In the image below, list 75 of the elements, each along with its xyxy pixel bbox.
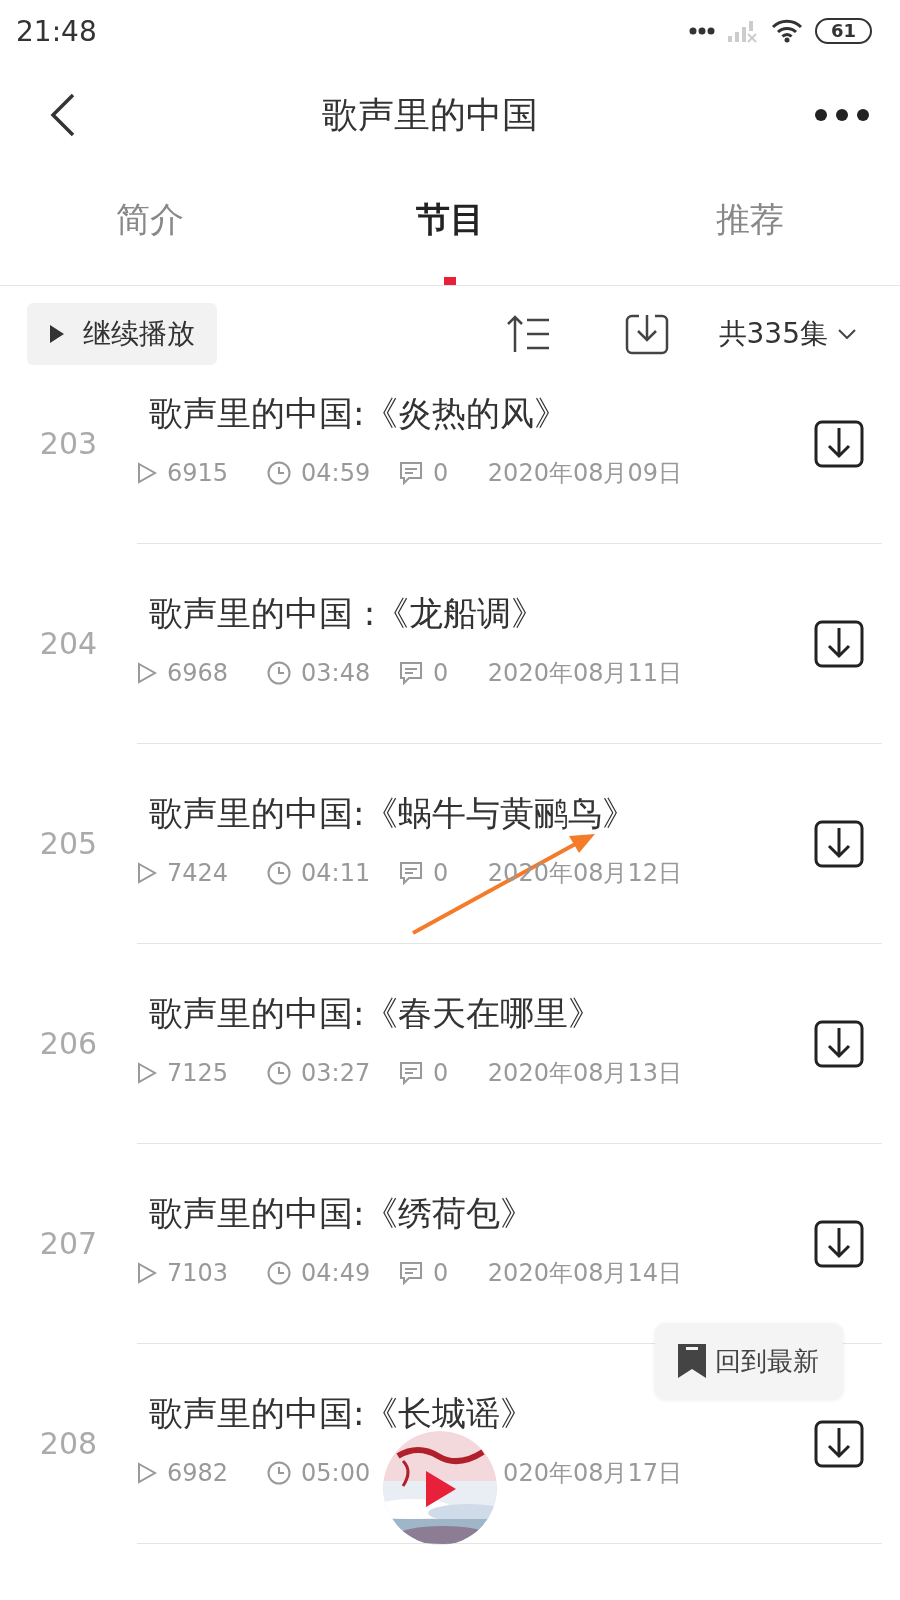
episode-title[interactable]: 歌声里的中国 :《龙船调》	[137, 590, 814, 637]
play-count-icon	[137, 1261, 157, 1284]
clock-icon	[267, 1260, 291, 1285]
play-icon	[49, 324, 65, 344]
tab[interactable]: 节目	[300, 168, 600, 285]
episode-number: 205	[38, 826, 99, 861]
episode-title[interactable]: 歌声里的中国:《蜗牛与黄鹂鸟》	[137, 790, 814, 837]
download-icon[interactable]	[814, 619, 864, 668]
episode-count-dropdown[interactable]: 共335集	[718, 315, 856, 353]
episode-title[interactable]: 歌声里的中国:《春天在哪里》	[137, 990, 814, 1037]
download-icon[interactable]	[624, 313, 669, 355]
duration: 04:11	[301, 858, 371, 887]
download-icon[interactable]	[814, 1419, 864, 1468]
publish-date: 020年08月17日	[502, 1457, 682, 1489]
publish-date: 2020年08月11日	[486, 657, 682, 689]
chevron-down-icon	[838, 329, 856, 339]
more-dots-icon	[688, 27, 715, 35]
episode-number: 203	[38, 426, 99, 461]
duration: 04:49	[301, 1258, 371, 1287]
bookmark-icon	[677, 1343, 707, 1379]
clock-icon	[267, 860, 291, 885]
play-count: 6915	[167, 458, 229, 487]
download-icon[interactable]	[814, 1219, 864, 1268]
comment-icon	[399, 1260, 423, 1285]
tab[interactable]: 简介	[0, 168, 300, 285]
play-count: 7125	[167, 1058, 229, 1087]
comment-count: 0	[433, 858, 449, 887]
duration: 03:27	[301, 1058, 371, 1087]
comment-icon	[399, 460, 423, 485]
play-count: 6982	[167, 1458, 229, 1487]
play-count-icon	[137, 861, 157, 884]
comment-count: 0	[433, 1258, 449, 1287]
clock-icon	[267, 660, 291, 685]
clock-icon	[267, 460, 291, 485]
episode-title[interactable]: 歌声里的中国:《绣荷包》	[137, 1190, 814, 1237]
signal-icon	[726, 19, 759, 43]
sort-icon[interactable]	[506, 315, 551, 353]
wifi-icon	[770, 19, 803, 43]
clock-icon	[267, 1060, 291, 1085]
duration: 04:59	[301, 458, 371, 487]
continue-play-button[interactable]: 继续播放	[27, 303, 217, 365]
comment-icon	[399, 1060, 423, 1085]
publish-date: 2020年08月09日	[486, 457, 682, 489]
play-count: 6968	[167, 658, 229, 687]
duration: 03:48	[301, 658, 371, 687]
episode-number: 204	[38, 626, 99, 661]
episode-number: 208	[38, 1426, 99, 1461]
comment-count: 0	[433, 458, 449, 487]
download-icon[interactable]	[814, 419, 864, 468]
comment-count: 0	[433, 1058, 449, 1087]
publish-date: 2020年08月13日	[486, 1057, 682, 1089]
episode-title[interactable]: 歌声里的中国:《炎热的风》	[137, 390, 814, 437]
comment-icon	[399, 660, 423, 685]
play-count-icon	[137, 461, 157, 484]
play-count-icon	[137, 1061, 157, 1084]
play-count-icon	[137, 1461, 157, 1484]
clock-icon	[267, 1460, 291, 1485]
duration: 05:00	[301, 1458, 371, 1487]
comment-icon	[399, 860, 423, 885]
tab[interactable]: 推荐	[600, 168, 900, 285]
battery-indicator: 61	[814, 18, 872, 44]
episode-number: 207	[38, 1226, 99, 1261]
download-icon[interactable]	[814, 1019, 864, 1068]
play-count-icon	[137, 661, 157, 684]
download-icon[interactable]	[814, 819, 864, 868]
publish-date: 2020年08月14日	[486, 1257, 682, 1289]
page-title: 歌声里的中国	[321, 92, 539, 137]
comment-count: 0	[433, 658, 449, 687]
play-count: 7103	[167, 1258, 229, 1287]
episode-number: 206	[38, 1026, 99, 1061]
status-time: 21:48	[16, 14, 97, 48]
play-count: 7424	[167, 858, 229, 887]
back-icon[interactable]	[50, 93, 76, 137]
more-icon[interactable]	[814, 108, 870, 122]
back-to-latest-button[interactable]: 回到最新	[655, 1323, 843, 1399]
